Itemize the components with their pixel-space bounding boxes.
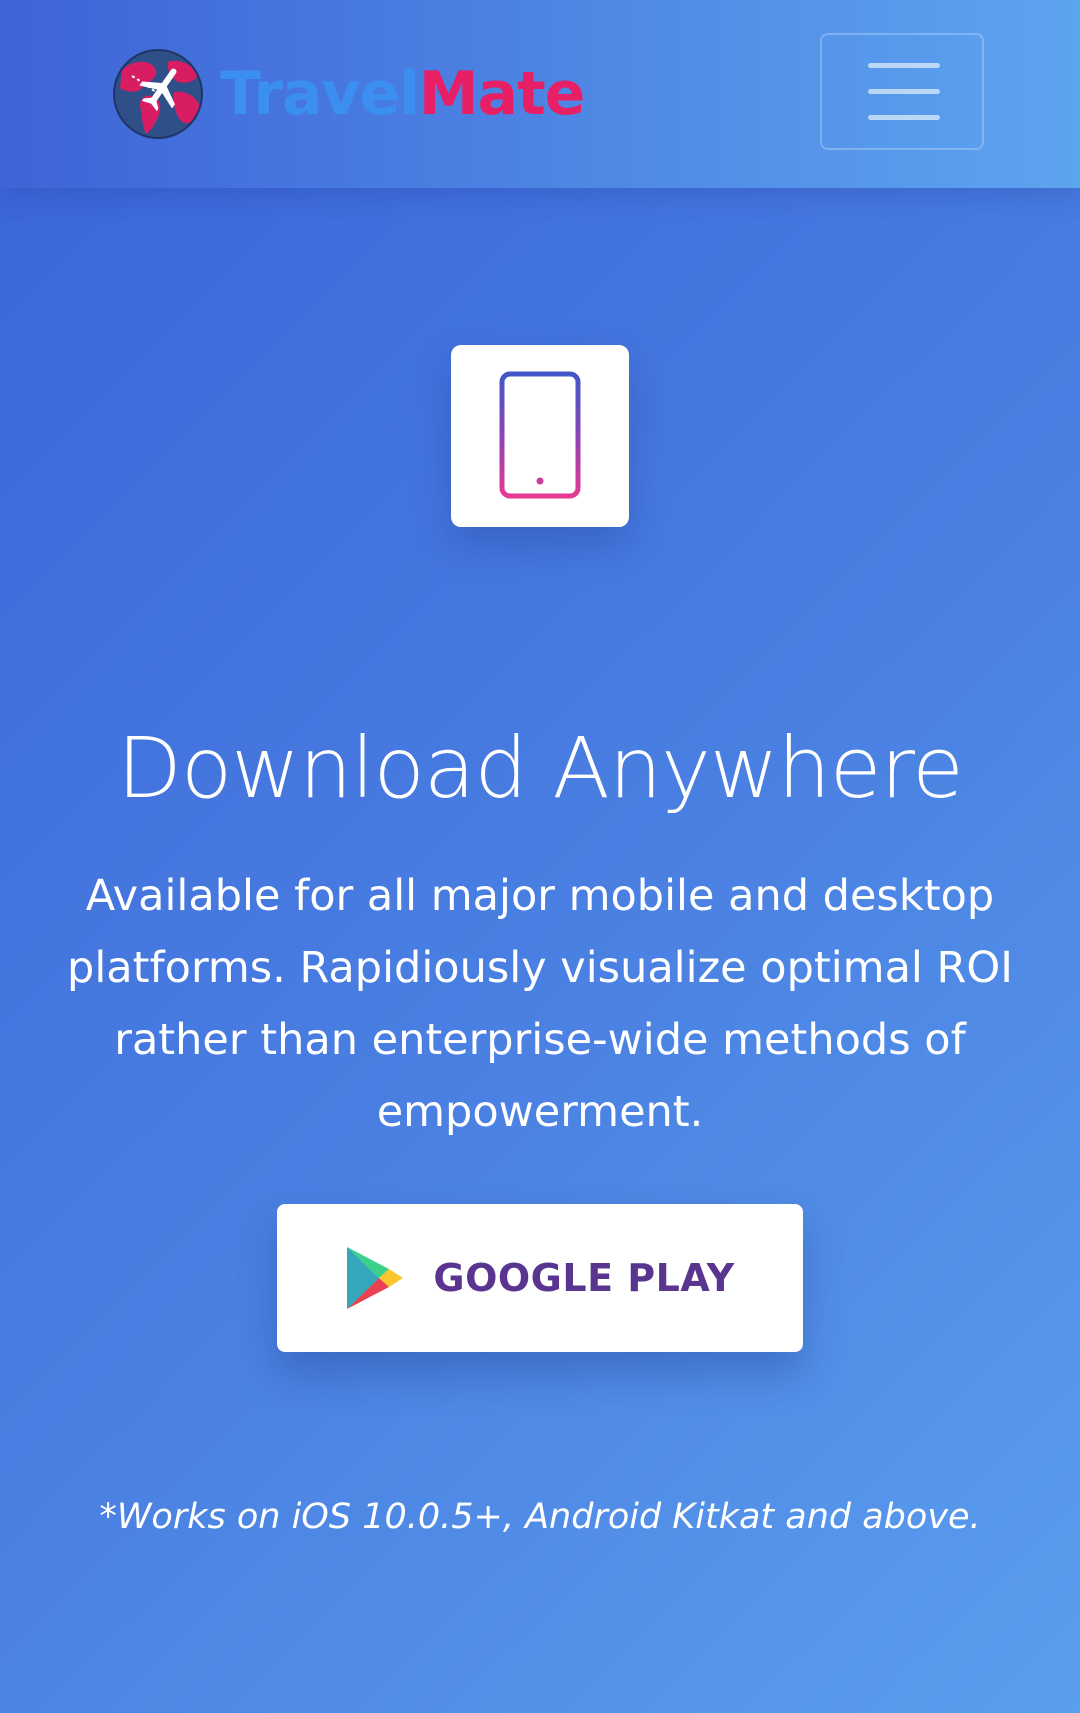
google-play-button[interactable]: GOOGLE PLAY [277, 1204, 803, 1352]
brand-name-travel: Travel [220, 59, 420, 129]
google-play-icon [347, 1247, 404, 1309]
compatibility-footnote: *Works on iOS 10.0.5+, Android Kitkat an… [99, 1497, 981, 1537]
hamburger-menu-button[interactable] [820, 33, 984, 150]
hamburger-menu-icon [868, 63, 940, 68]
navbar: TravelMate [0, 0, 1080, 188]
hamburger-menu-icon-bar-2 [868, 89, 940, 94]
feature-icon-card [451, 345, 629, 527]
section-description: Available for all major mobile and deskt… [67, 871, 1013, 1137]
google-play-label: GOOGLE PLAY [433, 1256, 735, 1300]
brand-name: TravelMate [220, 64, 585, 124]
globe-plane-logo-icon [113, 49, 203, 139]
brand-link[interactable]: TravelMate [112, 48, 585, 140]
hamburger-menu-icon-bar-3 [868, 115, 940, 120]
tablet-icon [499, 371, 581, 499]
brand-name-mate: Mate [418, 59, 586, 129]
section-headline: Download Anywhere [117, 719, 964, 818]
